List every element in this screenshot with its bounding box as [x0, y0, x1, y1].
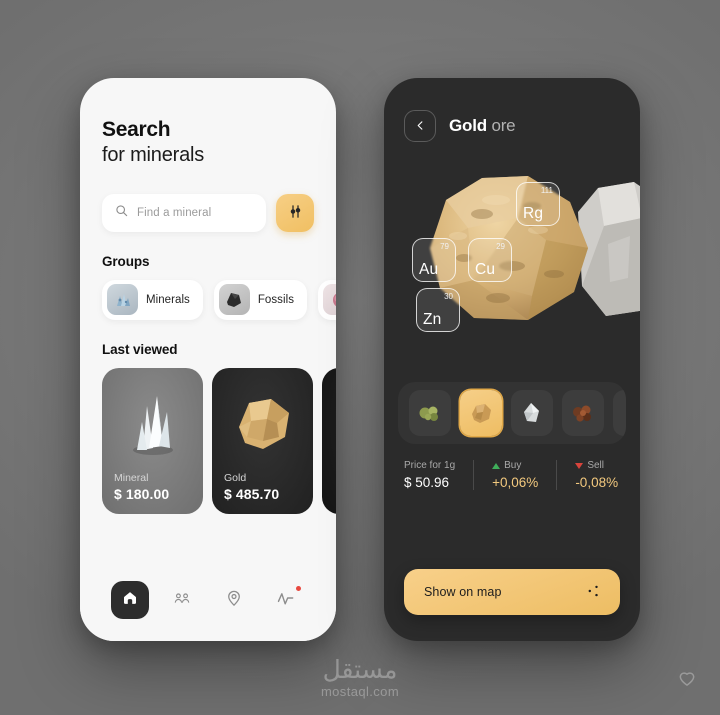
thumbnail-copper-ore[interactable]	[562, 390, 604, 436]
gold-nugget-image	[212, 378, 313, 470]
nav-item-location[interactable]	[215, 581, 253, 619]
sliders-icon	[288, 204, 303, 222]
right-phone-screen: Gold ore 111 Rg 79 Au 29 Cu 30 Zn Price …	[384, 78, 640, 641]
stat-sell: Sell -0,08%	[575, 460, 618, 490]
black-fossil-rock-icon	[218, 284, 250, 316]
group-chip-third[interactable]	[318, 279, 336, 320]
element-symbol: Au	[419, 261, 439, 278]
stat-value: -0,08%	[575, 475, 619, 490]
people-icon	[172, 588, 192, 613]
groups-chip-list: Minerals Fossils	[102, 279, 336, 320]
show-on-map-button[interactable]: Show on map	[404, 569, 620, 615]
last-viewed-card-list: Mineral $ 180.00 Gold $ 485.70	[102, 367, 336, 514]
notification-badge-dot	[296, 586, 301, 591]
stat-label: Sell	[575, 460, 618, 471]
triangle-up-icon	[492, 462, 501, 469]
stat-value: $ 50.96	[404, 475, 450, 490]
nav-item-activity[interactable]	[267, 581, 305, 619]
watermark-latin: mostaql.com	[320, 684, 400, 699]
groups-heading: Groups	[102, 253, 150, 269]
element-badge-zn[interactable]: 30 Zn	[416, 288, 460, 332]
thumbnail-white-crystal[interactable]	[613, 390, 626, 436]
group-chip-minerals[interactable]: Minerals	[102, 279, 203, 320]
element-badge-cu[interactable]: 29 Cu	[468, 238, 512, 282]
show-on-map-label: Show on map	[424, 585, 502, 599]
thumbnail-strip	[398, 382, 626, 444]
search-row: Find a mineral	[102, 193, 314, 232]
page-title-light: for minerals	[102, 143, 205, 166]
filter-button[interactable]	[276, 193, 314, 232]
group-chip-fossils[interactable]: Fossils	[213, 279, 307, 320]
bottom-navigation	[80, 569, 336, 641]
search-placeholder: Find a mineral	[137, 206, 212, 219]
detail-title-light: ore	[491, 116, 516, 135]
group-chip-label: Fossils	[257, 293, 294, 306]
last-viewed-card-gold[interactable]: Gold $ 485.70	[212, 367, 313, 514]
stat-price-for-1g: Price for 1g $ 50.96	[404, 460, 475, 490]
element-number: 111	[540, 186, 553, 195]
stat-label-text: Sell	[587, 460, 604, 471]
card-price: $ 180.00	[114, 485, 170, 502]
thumbnail-green-olivine-ore[interactable]	[409, 390, 451, 436]
white-quartz-crystal-image	[102, 378, 203, 470]
blue-crystal-cluster-icon	[107, 284, 138, 316]
page-title-bold: Search	[102, 118, 171, 141]
price-stats-row: Price for 1g $ 50.96 Buy +0,06% Sell -0,…	[404, 460, 620, 490]
hero-image-area: 111 Rg 79 Au 29 Cu 30 Zn	[384, 148, 640, 378]
element-badge-au[interactable]: 79 Au	[412, 238, 456, 282]
element-symbol: Rg	[523, 205, 544, 222]
heart-icon[interactable]	[676, 668, 698, 693]
left-phone-screen: Search for minerals Find a mineral Group…	[80, 78, 336, 641]
stat-label: Buy	[492, 460, 538, 471]
search-input[interactable]: Find a mineral	[102, 193, 266, 232]
watermark: مستقل mostaql.com	[0, 657, 720, 699]
activity-pulse-icon	[276, 588, 296, 613]
last-viewed-heading: Last viewed	[102, 341, 178, 357]
location-pin-icon	[225, 589, 243, 612]
thumbnail-gold-ore[interactable]	[460, 390, 502, 436]
search-icon	[115, 204, 128, 222]
element-number: 30	[444, 292, 453, 301]
nav-item-home[interactable]	[111, 581, 149, 619]
last-viewed-card-third[interactable]	[322, 367, 336, 514]
watermark-arabic: مستقل	[322, 655, 398, 684]
stat-buy: Buy +0,06%	[492, 460, 558, 490]
pink-mineral-icon	[323, 284, 336, 316]
card-name: Mineral	[114, 471, 149, 484]
element-symbol: Zn	[423, 311, 442, 328]
chevron-left-icon	[415, 119, 426, 134]
stat-label-text: Buy	[504, 460, 522, 471]
card-price: $ 485.70	[224, 485, 280, 502]
home-icon	[122, 590, 138, 611]
detail-title: Gold ore	[449, 116, 516, 136]
element-number: 79	[440, 242, 449, 251]
stat-label: Price for 1g	[404, 460, 455, 471]
stat-value: +0,06%	[492, 475, 539, 490]
element-symbol: Cu	[475, 261, 496, 278]
share-dots-icon	[586, 584, 600, 601]
card-name: Gold	[224, 471, 247, 484]
last-viewed-card-mineral[interactable]: Mineral $ 180.00	[102, 367, 203, 514]
detail-header: Gold ore	[384, 78, 640, 142]
nav-item-people[interactable]	[163, 581, 201, 619]
group-chip-label: Minerals	[146, 293, 190, 306]
back-button[interactable]	[404, 110, 436, 142]
left-phone-content: Search for minerals Find a mineral Group…	[80, 78, 336, 514]
thumbnail-silver-quartz[interactable]	[511, 390, 553, 436]
stat-label-text: Price for 1g	[404, 460, 456, 471]
detail-title-bold: Gold	[449, 116, 487, 135]
element-badge-rg[interactable]: 111 Rg	[516, 182, 560, 226]
element-number: 29	[496, 242, 505, 251]
page-title: Search for minerals	[102, 118, 314, 167]
triangle-down-icon	[575, 462, 584, 469]
